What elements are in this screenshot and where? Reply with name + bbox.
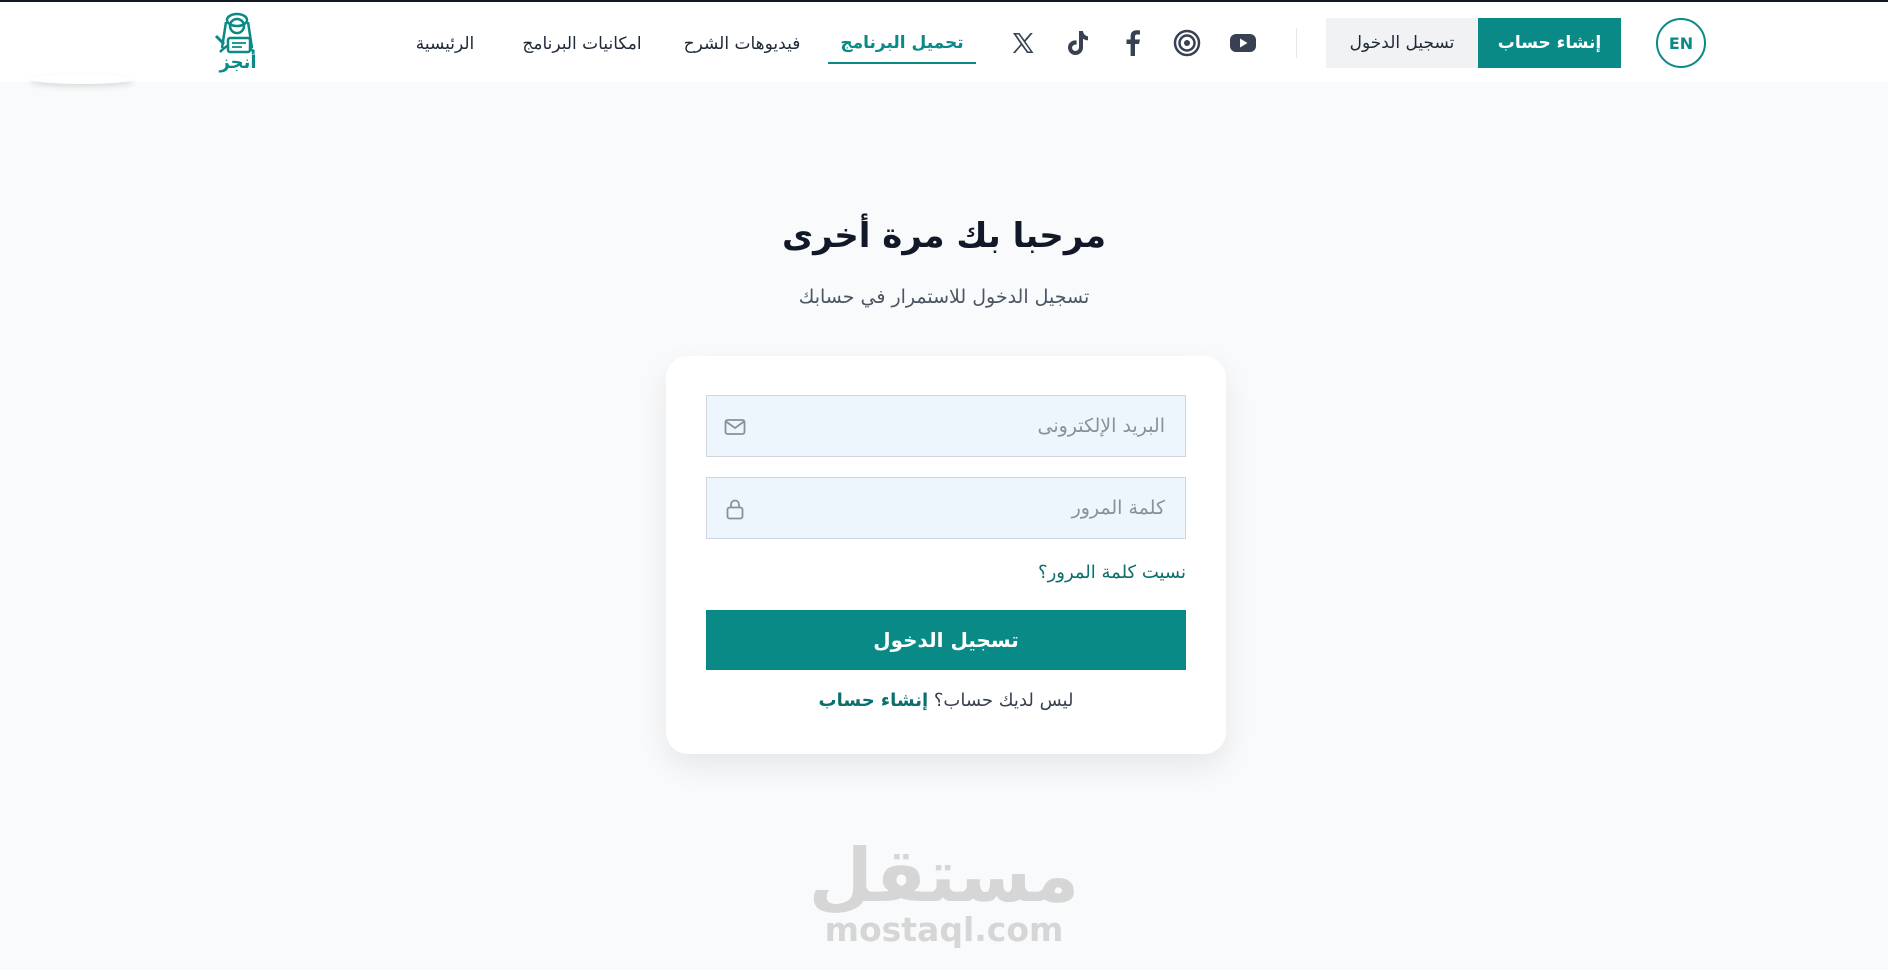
mail-icon [723, 415, 747, 439]
login-submit-button[interactable]: تسجيل الدخول [706, 610, 1186, 670]
nav-features[interactable]: امكانيات البرنامج [510, 24, 654, 64]
language-toggle-button[interactable]: EN [1656, 18, 1706, 68]
facebook-icon[interactable] [1118, 28, 1148, 58]
signup-link[interactable]: إنشاء حساب [819, 690, 929, 711]
email-field[interactable] [706, 395, 1186, 457]
decorative-shadow [30, 74, 134, 84]
watermark-latin: mostaql.com [824, 910, 1064, 949]
watermark-arabic: مستقل [808, 833, 1080, 919]
header-login-button[interactable]: تسجيل الدخول [1326, 18, 1478, 68]
threads-icon[interactable] [1172, 28, 1202, 58]
forgot-password-link[interactable]: نسيت كلمة المرور؟ [906, 562, 1186, 583]
no-account-row: ليس لديك حساب؟ إنشاء حساب [706, 690, 1186, 711]
header-divider [1296, 28, 1297, 58]
header-signup-button[interactable]: إنشاء حساب [1478, 18, 1621, 68]
youtube-icon[interactable] [1228, 28, 1258, 58]
lock-icon [723, 497, 747, 521]
mostaql-watermark: مستقل mostaql.com [780, 836, 1108, 948]
nav-home[interactable]: الرئيسية [402, 24, 488, 64]
page-subtitle: تسجيل الدخول للاستمرار في حسابك [798, 286, 1090, 308]
nav-videos[interactable]: فيديوهات الشرح [676, 24, 808, 64]
password-input[interactable] [707, 478, 1185, 538]
password-field[interactable] [706, 477, 1186, 539]
brand-logo-text: أنجز [219, 52, 257, 73]
email-input[interactable] [707, 396, 1185, 456]
tiktok-icon[interactable] [1063, 28, 1093, 58]
x-icon[interactable] [1008, 28, 1038, 58]
nav-download[interactable]: تحميل البرنامج [828, 24, 976, 64]
site-header: EN إنشاء حساب تسجيل الدخول تحميل البرنام… [0, 2, 1888, 82]
page-title: مرحبا بك مرة أخرى [781, 216, 1107, 256]
no-account-text: ليس لديك حساب؟ [933, 690, 1074, 711]
